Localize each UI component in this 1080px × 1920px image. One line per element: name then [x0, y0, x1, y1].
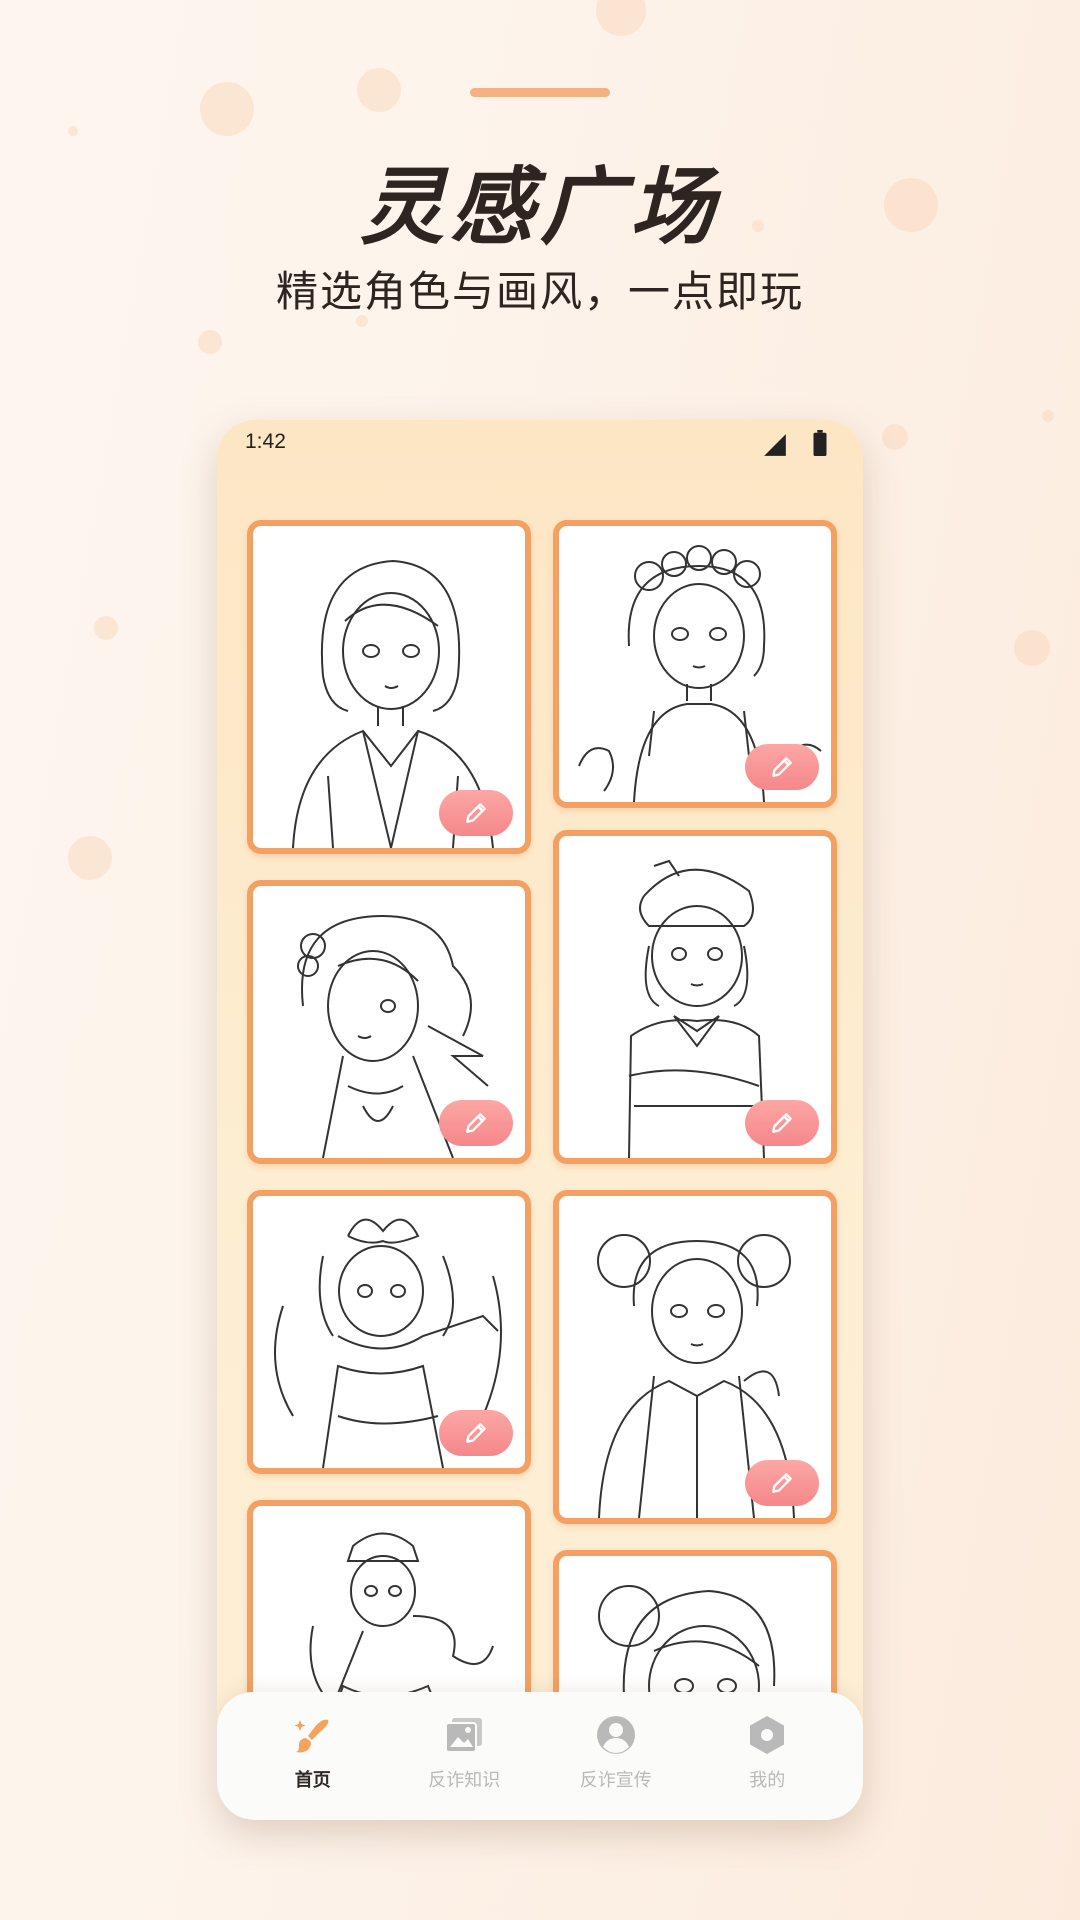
pencil-icon — [772, 1473, 792, 1493]
tab-home[interactable]: 首页 — [243, 1714, 383, 1792]
pencil-icon — [466, 803, 486, 823]
pencil-icon — [466, 1113, 486, 1133]
decor-dot — [357, 68, 401, 112]
tab-anti-fraud-promo[interactable]: 反诈宣传 — [546, 1714, 686, 1792]
pencil-icon — [466, 1423, 486, 1443]
gallery-card[interactable] — [553, 830, 837, 1164]
gallery-card[interactable] — [553, 1190, 837, 1524]
gallery-card[interactable] — [247, 880, 531, 1164]
hexagon-icon — [750, 1716, 785, 1754]
decor-dot — [68, 126, 78, 136]
edit-button[interactable] — [439, 1100, 513, 1146]
decor-dot — [1042, 410, 1054, 422]
gallery-grid[interactable] — [217, 420, 863, 1820]
decor-dot — [1014, 630, 1050, 666]
tab-label: 反诈知识 — [428, 1770, 501, 1791]
brush-icon — [294, 1719, 329, 1753]
status-time: 1:42 — [245, 430, 286, 453]
pencil-icon — [772, 757, 792, 777]
decor-dot — [68, 836, 112, 880]
edit-button[interactable] — [439, 1410, 513, 1456]
decor-dot — [596, 0, 646, 36]
gallery-card[interactable] — [247, 1190, 531, 1474]
tab-anti-fraud-knowledge[interactable]: 反诈知识 — [394, 1714, 534, 1792]
tab-label: 我的 — [749, 1770, 786, 1791]
pencil-icon — [772, 1113, 792, 1133]
signal-icon — [764, 434, 786, 456]
battery-icon — [813, 430, 827, 456]
tab-mine[interactable]: 我的 — [697, 1714, 837, 1792]
gallery-icon — [445, 1718, 483, 1753]
phone-mockup: 1:42 首页 反诈知识 反诈宣传 我的 — [217, 420, 863, 1820]
edit-button[interactable] — [745, 1100, 819, 1146]
bottom-tab-bar: 首页 反诈知识 反诈宣传 我的 — [217, 1692, 863, 1820]
page-subtitle: 精选角色与画风，一点即玩 — [275, 267, 804, 316]
gallery-card[interactable] — [247, 520, 531, 854]
gallery-card[interactable] — [553, 520, 837, 808]
edit-button[interactable] — [439, 790, 513, 836]
decor-dot — [94, 616, 118, 640]
tab-label: 反诈宣传 — [579, 1770, 652, 1791]
decor-dot — [200, 82, 254, 136]
status-bar: 1:42 — [217, 420, 863, 480]
user-icon — [596, 1716, 635, 1754]
edit-button[interactable] — [745, 744, 819, 790]
decor-dot — [198, 330, 222, 354]
decor-dot — [882, 424, 908, 450]
edit-button[interactable] — [745, 1460, 819, 1506]
page-title: 灵感广场 — [359, 158, 720, 256]
tab-label: 首页 — [294, 1770, 331, 1791]
title-accent-line — [470, 88, 610, 97]
